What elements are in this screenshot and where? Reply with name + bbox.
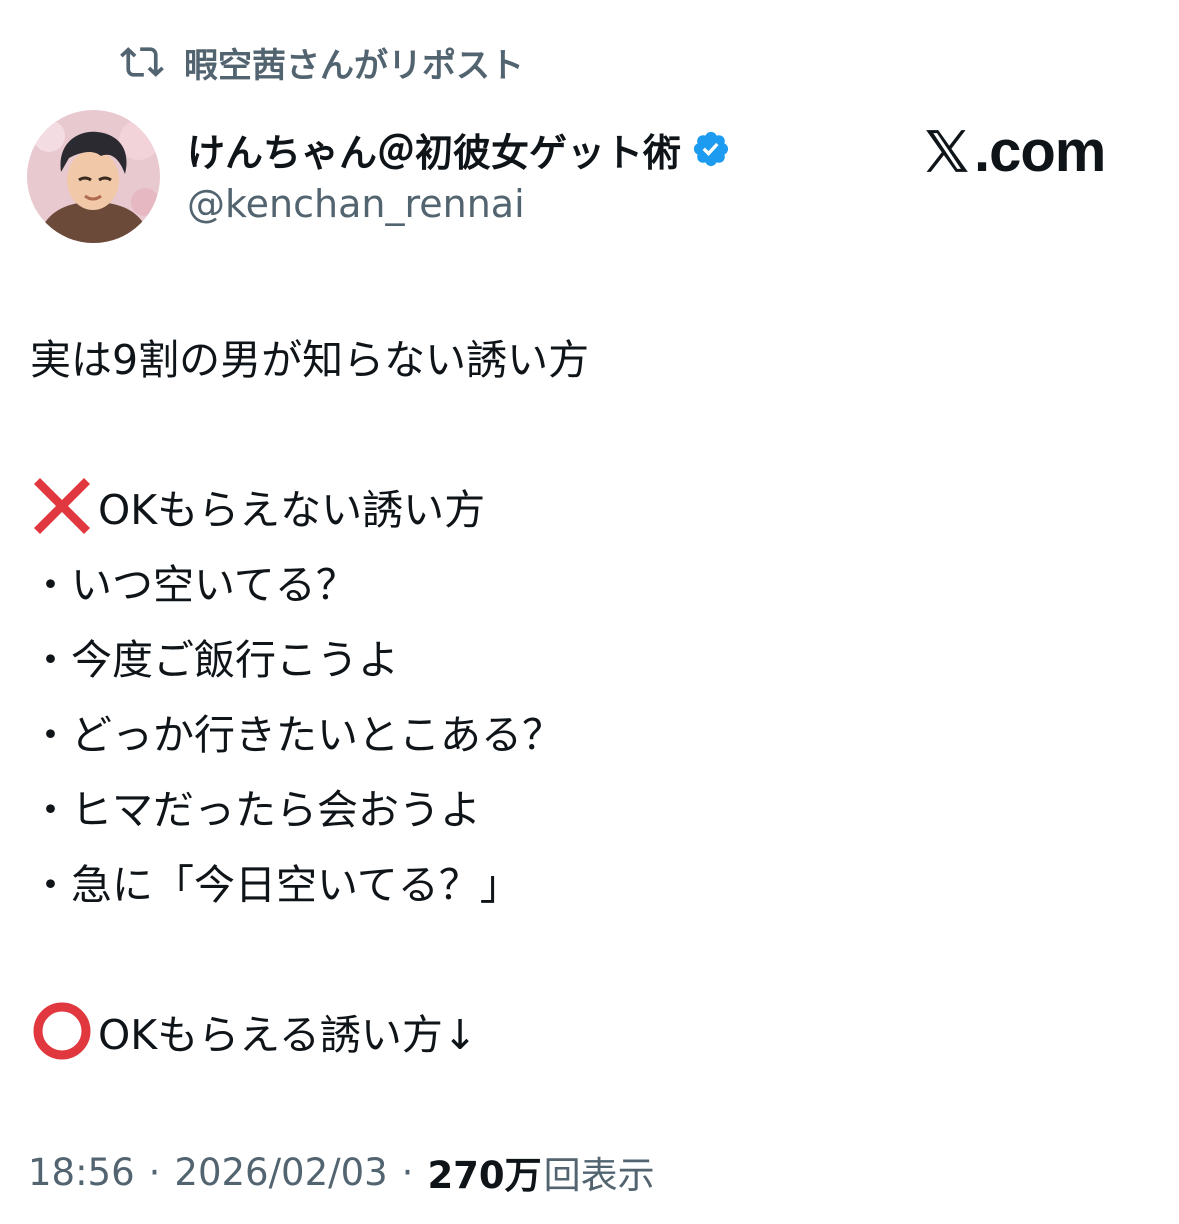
avatar[interactable] — [27, 110, 160, 243]
repost-icon — [120, 47, 164, 77]
tweet-line: OKもらえない誘い方 — [30, 468, 1150, 543]
tweet-line: OKもらえる誘い方↓ — [30, 993, 1150, 1068]
author-name: けんちゃん＠初彼女ゲット術 — [187, 130, 682, 175]
tweet-line: ・ヒマだったら会おうよ — [30, 768, 1150, 843]
tweet-line-text: ・急に「今日空いてる？」 — [30, 860, 521, 909]
tweet-line: ・急に「今日空いてる？」 — [30, 843, 1150, 918]
tweet-line-text: ・今度ご飯行こうよ — [30, 635, 399, 684]
tweet-line-text: ・どっか行きたいとこある？ — [30, 710, 563, 759]
repost-text: 暇空茜さんがリポスト — [184, 45, 524, 86]
tweet-text: 実は9割の男が知らない誘い方 OKもらえない誘い方 ・いつ空いてる？ ・今度ご飯… — [30, 318, 1150, 1068]
views-count: 270万 — [427, 1154, 542, 1197]
views-label: 回表示 — [543, 1154, 655, 1197]
tweet-line: ・いつ空いてる？ — [30, 543, 1150, 618]
cross-mark-icon — [34, 477, 90, 534]
tweet-line: ・今度ご飯行こうよ — [30, 618, 1150, 693]
tweet-time[interactable]: 18:56 — [28, 1151, 135, 1194]
x-logo-icon — [926, 130, 968, 172]
tweet-line: 実は9割の男が知らない誘い方 — [30, 318, 1150, 393]
meta-separator: · — [148, 1150, 161, 1194]
tweet-line-text: OKもらえる誘い方↓ — [98, 1010, 478, 1059]
red-circle-icon — [33, 1002, 91, 1059]
verified-badge-icon — [693, 131, 729, 167]
avatar-image — [27, 110, 160, 243]
author-handle[interactable]: @kenchan_rennai — [187, 178, 525, 230]
repost-indicator[interactable]: 暇空茜さんがリポスト — [120, 38, 524, 86]
tweet-date[interactable]: 2026/02/03 — [174, 1151, 387, 1194]
tweet-line-text: ・ヒマだったら会おうよ — [30, 785, 481, 834]
tweet-line-text: ・いつ空いてる？ — [30, 560, 357, 609]
brand-text: .com — [974, 118, 1106, 184]
author-name-row[interactable]: けんちゃん＠初彼女ゲット術 — [187, 122, 731, 176]
brand-watermark: .com — [922, 118, 1106, 184]
tweet-line: ・どっか行きたいとこある？ — [30, 693, 1150, 768]
meta-separator: · — [401, 1150, 414, 1194]
tweet-line-text: 実は9割の男が知らない誘い方 — [30, 335, 590, 384]
tweet-meta: 18:56 · 2026/02/03 · 270万 回表示 — [28, 1146, 655, 1198]
tweet-line-text: OKもらえない誘い方 — [98, 485, 486, 534]
